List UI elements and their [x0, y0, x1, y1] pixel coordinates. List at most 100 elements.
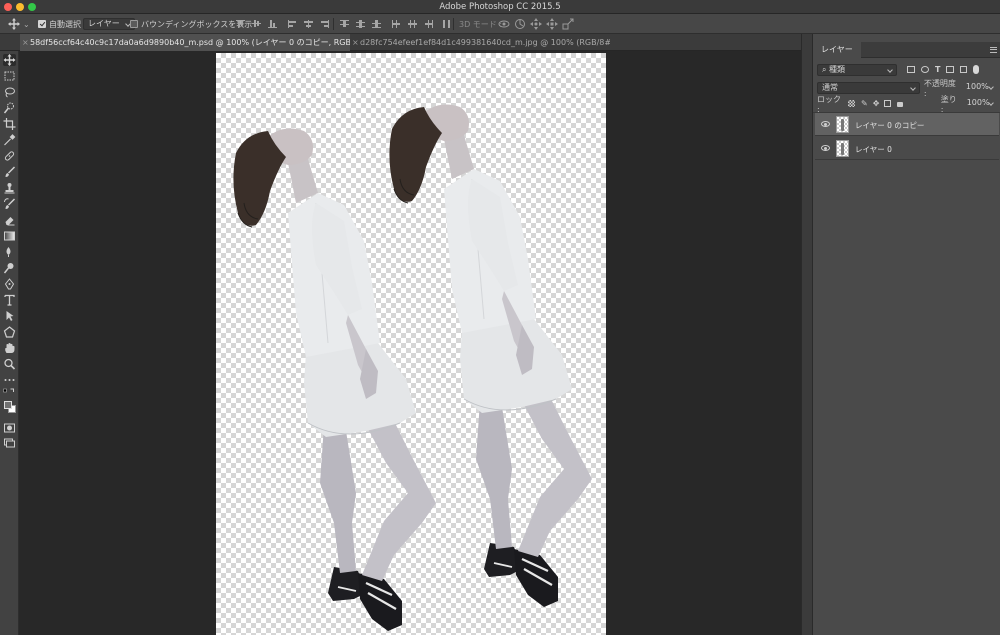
adjustment-filter-icon[interactable] — [921, 66, 929, 73]
figure-layer-0 — [232, 127, 438, 633]
document-canvas[interactable] — [216, 53, 606, 635]
shape-tool-icon[interactable] — [3, 326, 16, 338]
layer-filter-kind: 種類 — [829, 64, 846, 74]
close-tab-icon[interactable]: × — [352, 34, 359, 51]
move-tool-icon[interactable] — [3, 54, 16, 66]
shape-filter-icon[interactable] — [946, 66, 955, 73]
3d-mode-label: 3D モード : — [459, 19, 503, 29]
align-top-icon[interactable] — [236, 20, 245, 28]
distribute-vertical-center-icon[interactable] — [356, 20, 365, 28]
more-tools-icon[interactable] — [3, 374, 16, 386]
chevron-down-icon: ⌄ — [23, 19, 30, 29]
distribute-top-icon[interactable] — [340, 20, 349, 28]
distribute-bottom-icon[interactable] — [372, 20, 381, 28]
close-tab-icon[interactable]: × — [22, 34, 29, 51]
brush-tool-icon[interactable] — [3, 166, 16, 178]
lock-transparent-pixels-icon[interactable] — [848, 100, 856, 107]
fill-label: 塗り : — [940, 94, 957, 114]
quick-selection-tool-icon[interactable] — [3, 102, 16, 114]
document-workspace[interactable] — [20, 51, 812, 635]
marquee-tool-icon[interactable] — [3, 70, 16, 82]
healing-brush-tool-icon[interactable] — [3, 150, 16, 162]
layer-thumbnail — [836, 140, 849, 157]
title-bar: Adobe Photoshop CC 2015.5 — [0, 0, 1000, 14]
dodge-tool-icon[interactable] — [3, 262, 16, 274]
auto-align-layers-icon[interactable] — [442, 20, 451, 28]
layer-name: レイヤー 0 — [855, 145, 892, 154]
auto-select-checkbox[interactable]: 自動選択 : — [38, 17, 86, 31]
layer-row-layer-0[interactable]: レイヤー 0 — [815, 137, 999, 160]
move-icon — [8, 18, 20, 30]
bounding-box-checkbox[interactable]: バウンディングボックスを表示 — [130, 17, 252, 31]
layer-artwork — [232, 103, 594, 633]
window-title: Adobe Photoshop CC 2015.5 — [439, 2, 561, 12]
options-bar: ⌄ 自動選択 : レイヤー バウンディングボックスを表示 3D モード : — [0, 14, 1000, 34]
screen-mode-icon[interactable] — [3, 437, 16, 449]
move-tool-preset-picker[interactable]: ⌄ — [8, 17, 30, 31]
opacity-input[interactable]: 100% — [962, 82, 997, 94]
3d-scale-icon[interactable] — [562, 18, 574, 30]
checkbox-checked-icon — [38, 20, 46, 28]
3d-roll-icon[interactable] — [514, 18, 526, 30]
smart-object-filter-icon[interactable] — [960, 66, 968, 73]
document-tab-psd[interactable]: × 58df56ccf64c40c9c17da0a6d9890b40_m.psd… — [20, 34, 350, 51]
auto-select-target-dropdown[interactable]: レイヤー — [83, 18, 135, 30]
align-left-icon[interactable] — [288, 20, 297, 28]
document-tab-jpg[interactable]: × d28fc754efeef1ef84d1c499381640cd_m.jpg… — [350, 34, 610, 51]
auto-select-label: 自動選択 : — [49, 19, 87, 29]
eraser-tool-icon[interactable] — [3, 214, 16, 226]
eyedropper-tool-icon[interactable] — [3, 134, 16, 146]
distribute-right-icon[interactable] — [424, 20, 433, 28]
quick-mask-icon[interactable] — [3, 422, 16, 434]
document-tab-bar: × 58df56ccf64c40c9c17da0a6d9890b40_m.psd… — [0, 34, 812, 51]
distribute-left-icon[interactable] — [392, 20, 401, 28]
layer-thumbnail — [836, 116, 849, 133]
panel-menu-icon[interactable] — [990, 47, 997, 53]
clone-stamp-tool-icon[interactable] — [3, 182, 16, 194]
layer-row-layer-0-copy[interactable]: レイヤー 0 のコピー — [815, 113, 999, 136]
align-bottom-icon[interactable] — [268, 20, 277, 28]
foreground-color-swatch-front[interactable] — [4, 401, 12, 409]
type-tool-icon[interactable] — [3, 294, 16, 306]
fill-input[interactable]: 100% — [963, 98, 997, 110]
layers-panel-header: レイヤー — [813, 42, 1000, 58]
blur-tool-icon[interactable] — [3, 246, 16, 258]
pen-tool-icon[interactable] — [3, 278, 16, 290]
lock-artboard-icon[interactable] — [884, 100, 892, 107]
lock-label: ロック : — [817, 94, 841, 114]
3d-slide-icon[interactable] — [546, 18, 558, 30]
path-selection-tool-icon[interactable] — [3, 310, 16, 322]
filter-toggle-icon[interactable] — [973, 65, 980, 74]
zoom-tool-icon[interactable] — [3, 358, 16, 370]
tab-layers[interactable]: レイヤー — [813, 42, 861, 58]
tools-panel — [0, 51, 19, 635]
panel-dock-gutter — [801, 34, 812, 635]
figure-layer-0-copy — [388, 103, 594, 609]
3d-pan-icon[interactable] — [530, 18, 542, 30]
blend-mode-dropdown[interactable]: 通常 — [817, 81, 920, 94]
search-icon: ⌕ — [822, 64, 827, 74]
layers-panel: レイヤー ⌕ 種類 T 通常 不透明度 : 100% ロック : ✎ ✥ 塗り … — [812, 34, 1000, 635]
lock-all-icon[interactable] — [897, 102, 903, 107]
lasso-tool-icon[interactable] — [3, 86, 16, 98]
align-right-icon[interactable] — [320, 20, 329, 28]
3d-rotate-icon[interactable] — [498, 18, 510, 30]
crop-tool-icon[interactable] — [3, 118, 16, 130]
history-brush-tool-icon[interactable] — [3, 198, 16, 210]
visibility-eye-icon[interactable] — [821, 145, 830, 151]
swap-colors-icon[interactable] — [3, 387, 16, 399]
lock-position-icon[interactable]: ✥ — [873, 99, 880, 108]
tab-label: 58df56ccf64c40c9c17da0a6d9890b40_m.psd @… — [30, 38, 350, 47]
distribute-horizontal-center-icon[interactable] — [408, 20, 417, 28]
align-vertical-center-icon[interactable] — [252, 20, 261, 28]
layer-filter-dropdown[interactable]: ⌕ 種類 — [817, 63, 897, 76]
hand-tool-icon[interactable] — [3, 342, 16, 354]
align-horizontal-center-icon[interactable] — [304, 20, 313, 28]
visibility-eye-icon[interactable] — [821, 121, 830, 127]
tab-label: d28fc754efeef1ef84d1c499381640cd_m.jpg @… — [360, 38, 610, 47]
layer-name: レイヤー 0 のコピー — [855, 121, 925, 130]
lock-image-pixels-icon[interactable]: ✎ — [861, 99, 868, 108]
pixel-filter-icon[interactable] — [907, 66, 915, 73]
gradient-tool-icon[interactable] — [3, 230, 16, 242]
type-filter-icon[interactable]: T — [935, 65, 940, 74]
